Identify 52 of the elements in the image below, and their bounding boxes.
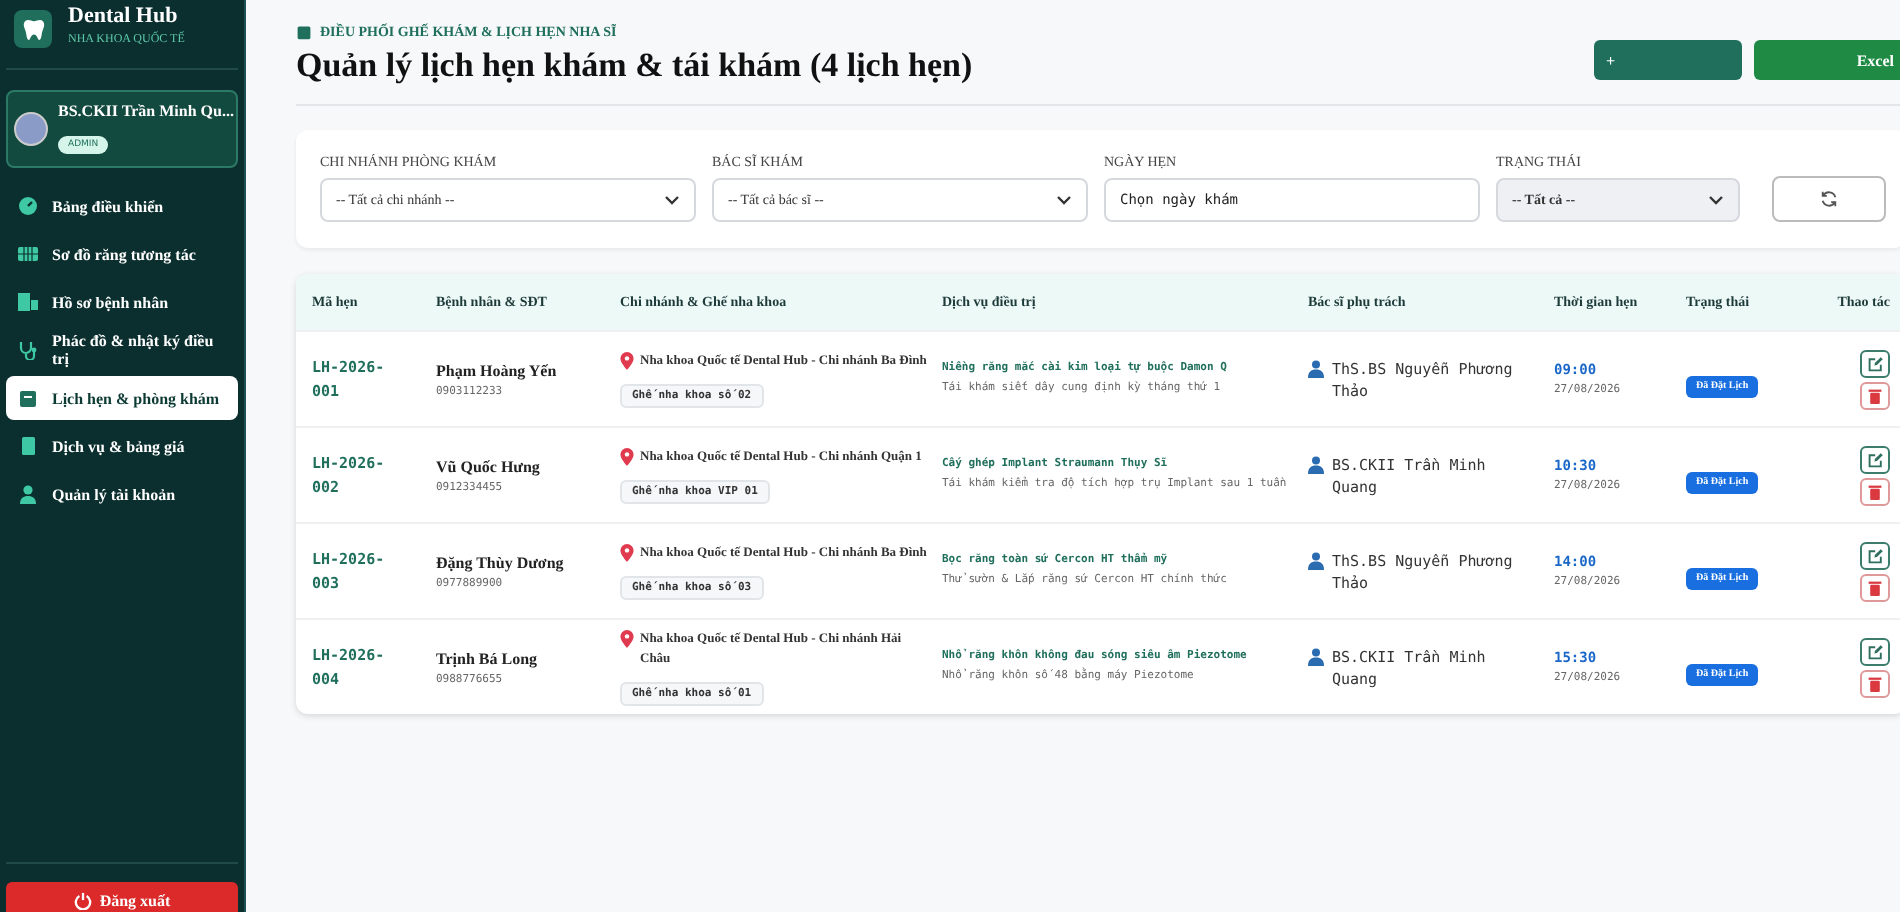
brand-name: Dental Hub (68, 4, 180, 28)
refresh-icon (1820, 190, 1838, 208)
edit-icon (1867, 451, 1883, 467)
user-name: BS.CKII Trần Minh Qu... (58, 102, 234, 120)
add-button[interactable]: + (1594, 40, 1742, 80)
power-icon (73, 891, 92, 909)
trash-icon (1868, 483, 1882, 499)
nav-item[interactable]: Lịch hẹn & phòng khám (6, 376, 238, 420)
chevron-down-icon (1056, 194, 1072, 206)
edit-icon (1867, 643, 1883, 659)
nav-item[interactable]: Sơ đồ răng tương tác (6, 232, 238, 276)
location-pin-icon (620, 543, 634, 561)
stethoscope-icon (18, 340, 38, 360)
nav-item[interactable]: Phác đồ & nhật ký điều trị (6, 328, 238, 372)
chevron-down-icon (1708, 194, 1724, 206)
location-pin-icon (620, 447, 634, 465)
edit-button[interactable] (1860, 349, 1890, 377)
edit-button[interactable] (1860, 637, 1890, 665)
nav-item[interactable]: Bảng điều khiển (6, 184, 238, 228)
tooth-logo-icon (14, 10, 52, 48)
edit-icon (1867, 547, 1883, 563)
edit-button[interactable] (1860, 445, 1890, 473)
edit-button[interactable] (1860, 541, 1890, 569)
nav-item[interactable]: Dịch vụ & bảng giá (6, 424, 238, 468)
grid-icon (18, 244, 38, 264)
location-pin-icon (620, 351, 634, 369)
trash-icon (1868, 579, 1882, 595)
export-button[interactable]: Excel (1754, 40, 1900, 80)
patient-name: Đặng Thùy Dương (436, 553, 566, 571)
doctor-icon (1308, 551, 1324, 569)
delete-button[interactable] (1860, 669, 1890, 697)
delete-button[interactable] (1860, 477, 1890, 505)
chevron-down-icon (664, 194, 680, 206)
doctor-icon (1308, 647, 1324, 665)
nav-item[interactable]: Hồ sơ bệnh nhân (6, 280, 238, 324)
page-title: Quản lý lịch hẹn khám & tái khám (4 lịch hẹn) (296, 46, 973, 86)
gauge-icon (18, 196, 38, 216)
delete-button[interactable] (1860, 573, 1890, 601)
delete-button[interactable] (1860, 381, 1890, 409)
nav-item[interactable]: Quản lý tài khoản (6, 472, 238, 516)
trash-icon (1868, 387, 1882, 403)
patient-name: Vũ Quốc Hưng (436, 457, 542, 475)
trash-icon (1868, 675, 1882, 691)
logout-button[interactable]: Đăng xuất (6, 882, 238, 912)
patient-name: Phạm Hoàng Yến (436, 361, 559, 379)
user-icon (18, 484, 38, 504)
doctor-icon (1308, 359, 1324, 377)
avatar-icon (14, 112, 48, 146)
location-pin-icon (620, 629, 634, 647)
patient-name: Trịnh Bá Long (436, 649, 540, 667)
edit-icon (1867, 355, 1883, 371)
doctor-icon (1308, 455, 1324, 473)
